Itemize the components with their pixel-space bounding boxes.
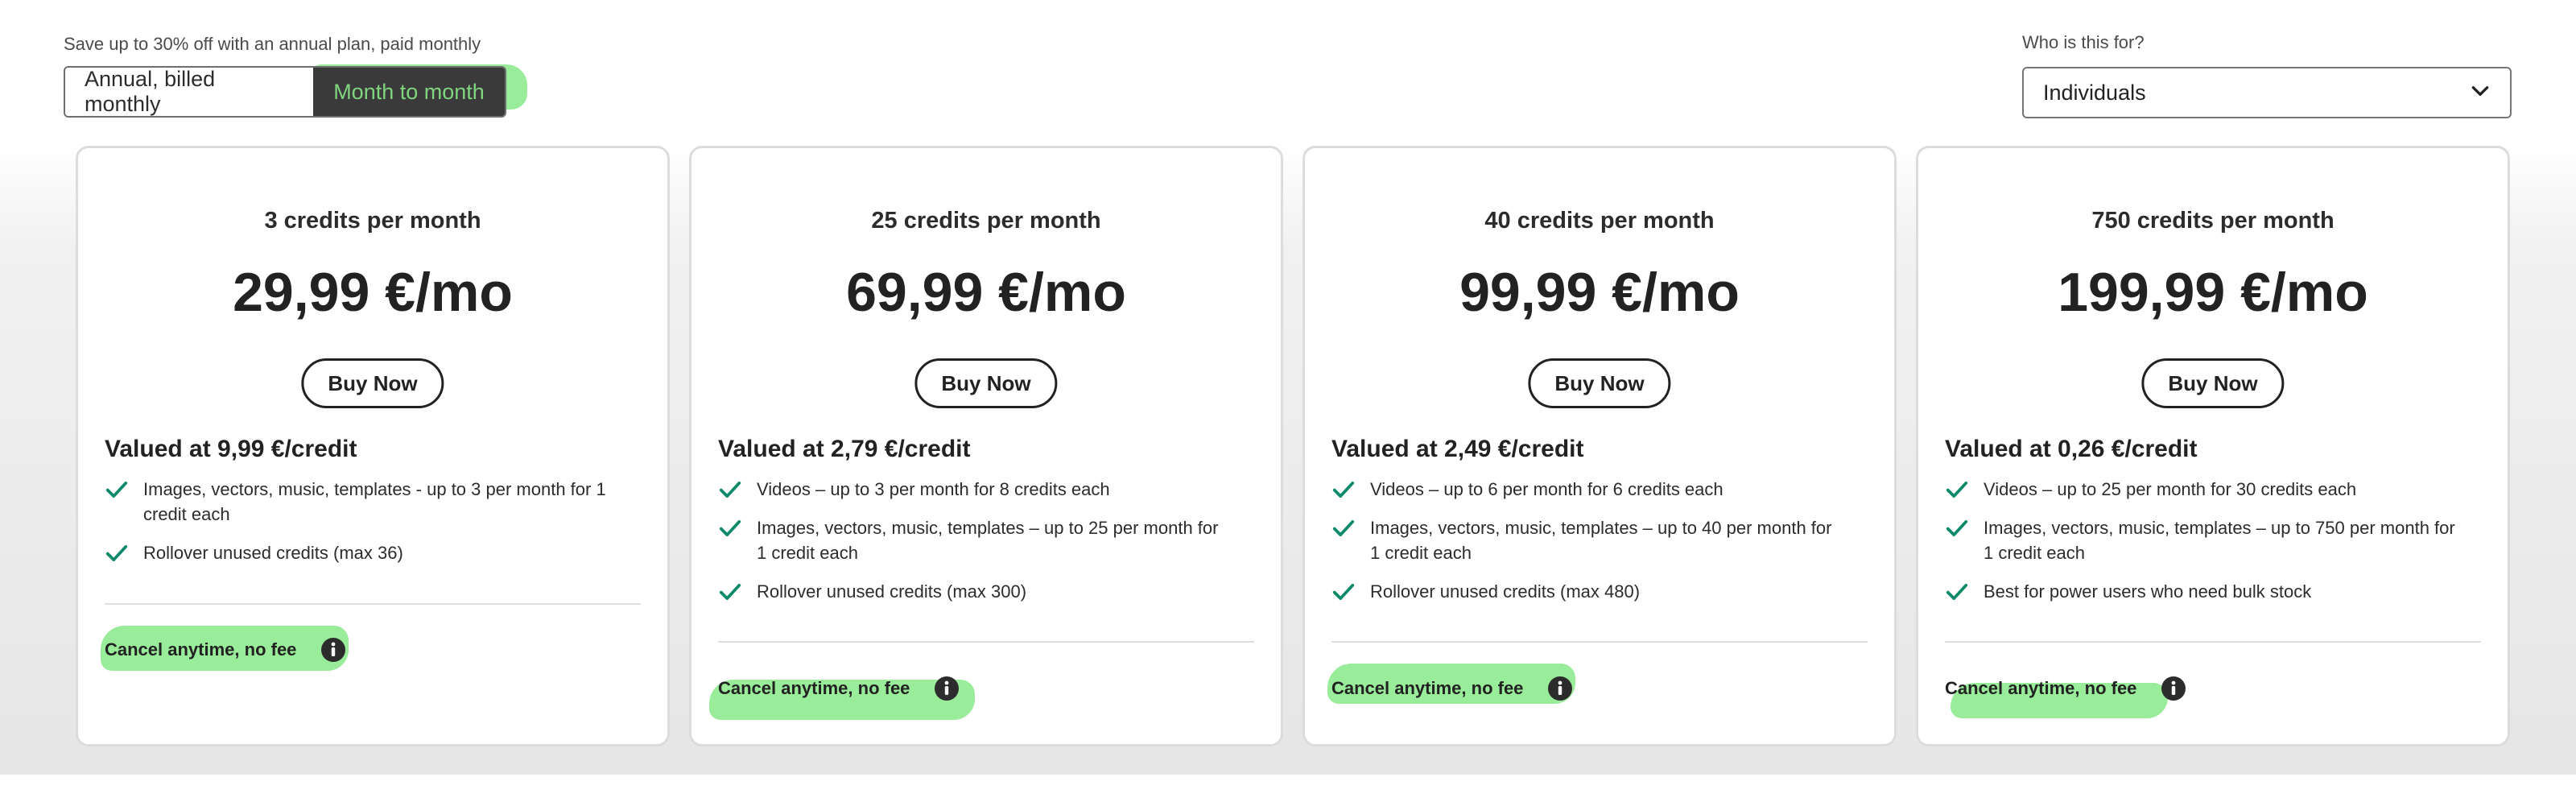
cancel-text: Cancel anytime, no fee <box>718 678 910 698</box>
plan-card: 40 credits per month 99,99 €/mo Buy Now … <box>1302 146 1897 746</box>
buy-now-button[interactable]: Buy Now <box>914 358 1058 408</box>
cancel-note: Cancel anytime, no fee <box>105 637 346 663</box>
plan-price: 99,99 €/mo <box>1459 262 1740 323</box>
checkmark-icon <box>1332 520 1355 536</box>
feature-text: Images, vectors, music, templates – up t… <box>757 518 1219 563</box>
feature-item: Images, vectors, music, templates – up t… <box>718 515 1232 565</box>
info-icon[interactable] <box>2161 676 2186 701</box>
plan-card: 3 credits per month 29,99 €/mo Buy Now V… <box>76 146 670 746</box>
feature-text: Videos – up to 3 per month for 8 credits… <box>757 479 1110 499</box>
info-icon[interactable] <box>934 676 960 701</box>
feature-item: Images, vectors, music, templates – up t… <box>1331 515 1846 565</box>
card-divider <box>105 603 641 605</box>
feature-item: Images, vectors, music, templates – up t… <box>1945 515 2459 565</box>
feature-text: Images, vectors, music, templates – up t… <box>1370 518 1832 563</box>
feature-item: Videos – up to 6 per month for 6 credits… <box>1331 477 1846 502</box>
cancel-text: Cancel anytime, no fee <box>1945 678 2137 698</box>
cancel-text: Cancel anytime, no fee <box>1331 678 1524 698</box>
checkmark-icon <box>1332 482 1355 498</box>
plan-price: 29,99 €/mo <box>233 262 513 323</box>
buy-now-button[interactable]: Buy Now <box>1528 358 1671 408</box>
audience-selected-value: Individuals <box>2043 80 2146 105</box>
feature-text: Rollover unused credits (max 480) <box>1370 581 1641 602</box>
plan-title: 750 credits per month <box>2091 208 2334 234</box>
info-icon[interactable] <box>320 637 346 663</box>
feature-list: Images, vectors, music, templates - up t… <box>105 477 619 579</box>
chevron-down-icon <box>2470 81 2491 105</box>
feature-text: Videos – up to 25 per month for 30 credi… <box>1984 479 2357 499</box>
feature-item: Best for power users who need bulk stock <box>1945 579 2459 604</box>
cancel-note: Cancel anytime, no fee <box>1331 676 1573 701</box>
billing-option-annual[interactable]: Annual, billed monthly <box>65 68 313 116</box>
plan-credit-value: Valued at 9,99 €/credit <box>105 436 357 462</box>
feature-text: Rollover unused credits (max 300) <box>757 581 1027 602</box>
checkmark-icon <box>105 482 128 498</box>
plan-title: 40 credits per month <box>1484 208 1715 234</box>
feature-list: Videos – up to 25 per month for 30 credi… <box>1945 477 2459 618</box>
cancel-note: Cancel anytime, no fee <box>718 676 960 701</box>
feature-item: Videos – up to 25 per month for 30 credi… <box>1945 477 2459 502</box>
annual-savings-note: Save up to 30% off with an annual plan, … <box>64 34 481 54</box>
feature-text: Rollover unused credits (max 36) <box>143 543 403 563</box>
billing-toggle: Annual, billed monthly Month to month <box>64 66 506 118</box>
audience-label: Who is this for? <box>2022 32 2145 52</box>
plan-title: 25 credits per month <box>871 208 1101 234</box>
plan-credit-value: Valued at 2,79 €/credit <box>718 436 971 462</box>
plan-credit-value: Valued at 2,49 €/credit <box>1331 436 1584 462</box>
buy-now-button[interactable]: Buy Now <box>301 358 444 408</box>
billing-option-month-to-month[interactable]: Month to month <box>313 68 505 116</box>
checkmark-icon <box>105 545 128 561</box>
checkmark-icon <box>1332 584 1355 600</box>
feature-item: Videos – up to 3 per month for 8 credits… <box>718 477 1232 502</box>
plan-price: 199,99 €/mo <box>2058 262 2368 323</box>
feature-item: Rollover unused credits (max 480) <box>1331 579 1846 604</box>
info-icon[interactable] <box>1547 676 1573 701</box>
cancel-note: Cancel anytime, no fee <box>1945 676 2186 701</box>
feature-item: Images, vectors, music, templates - up t… <box>105 477 619 527</box>
feature-list: Videos – up to 3 per month for 8 credits… <box>718 477 1232 618</box>
plan-price: 69,99 €/mo <box>846 262 1126 323</box>
feature-list: Videos – up to 6 per month for 6 credits… <box>1331 477 1846 618</box>
buy-now-button[interactable]: Buy Now <box>2141 358 2285 408</box>
feature-text: Images, vectors, music, templates - up t… <box>143 479 606 524</box>
feature-text: Best for power users who need bulk stock <box>1984 581 2312 602</box>
checkmark-icon <box>719 482 741 498</box>
page-bottom <box>0 775 2576 794</box>
feature-text: Videos – up to 6 per month for 6 credits… <box>1370 479 1724 499</box>
plan-card: 750 credits per month 199,99 €/mo Buy No… <box>1916 146 2510 746</box>
checkmark-icon <box>719 584 741 600</box>
plan-title: 3 credits per month <box>264 208 481 234</box>
checkmark-icon <box>1946 482 1968 498</box>
audience-select[interactable]: Individuals <box>2022 67 2512 118</box>
card-divider <box>718 641 1254 643</box>
cancel-text: Cancel anytime, no fee <box>105 639 297 660</box>
checkmark-icon <box>719 520 741 536</box>
plan-card: 25 credits per month 69,99 €/mo Buy Now … <box>689 146 1283 746</box>
checkmark-icon <box>1946 520 1968 536</box>
checkmark-icon <box>1946 584 1968 600</box>
feature-item: Rollover unused credits (max 300) <box>718 579 1232 604</box>
card-divider <box>1331 641 1868 643</box>
feature-text: Images, vectors, music, templates – up t… <box>1984 518 2455 563</box>
card-divider <box>1945 641 2481 643</box>
plan-credit-value: Valued at 0,26 €/credit <box>1945 436 2198 462</box>
feature-item: Rollover unused credits (max 36) <box>105 540 619 565</box>
